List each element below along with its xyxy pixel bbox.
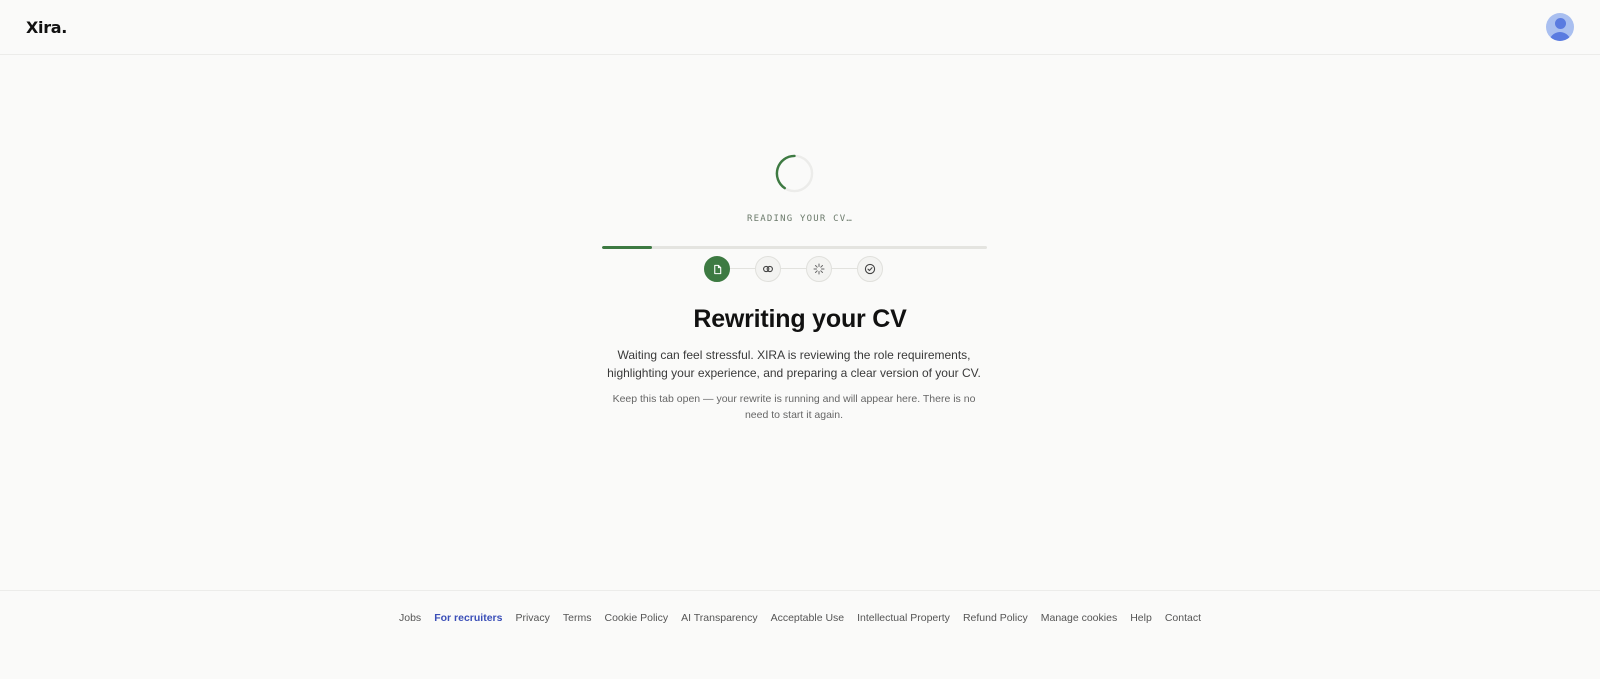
xira-logo[interactable]: Xira. <box>26 18 67 37</box>
footer-link-for-recruiters[interactable]: For recruiters <box>434 612 502 624</box>
footer-link-help[interactable]: Help <box>1130 612 1152 624</box>
progress-fill <box>602 246 653 249</box>
footer-link-privacy[interactable]: Privacy <box>515 612 549 624</box>
sparkle-icon <box>813 263 825 275</box>
step-rewrite <box>806 256 832 282</box>
footer-nav: Jobs For recruiters Privacy Terms Cookie… <box>0 612 1600 624</box>
footer-link-manage-cookies[interactable]: Manage cookies <box>1041 612 1117 624</box>
progress-bar <box>602 246 987 249</box>
main-content: READING YOUR CV… Rewriting your CV Waiti… <box>0 56 1600 590</box>
keep-tab-open-note: Keep this tab open — your rewrite is run… <box>612 393 976 421</box>
footer-link-contact[interactable]: Contact <box>1165 612 1201 624</box>
top-bar: Xira. <box>0 0 1600 55</box>
avatar-body <box>1549 32 1571 41</box>
footer-link-refund-policy[interactable]: Refund Policy <box>963 612 1028 624</box>
loading-spinner-icon <box>775 154 814 193</box>
footer-link-ai-transparency[interactable]: AI Transparency <box>681 612 757 624</box>
step-connector <box>730 268 755 269</box>
footer-link-terms[interactable]: Terms <box>563 612 592 624</box>
avatar-head <box>1554 18 1566 29</box>
footer-link-jobs[interactable]: Jobs <box>399 612 421 624</box>
user-avatar[interactable] <box>1546 13 1574 41</box>
footer-link-acceptable-use[interactable]: Acceptable Use <box>771 612 845 624</box>
link-icon <box>763 265 773 273</box>
step-indicator <box>704 256 884 282</box>
footer: Jobs For recruiters Privacy Terms Cookie… <box>0 590 1600 679</box>
footer-link-cookie-policy[interactable]: Cookie Policy <box>605 612 669 624</box>
page-description: Waiting can feel stressful. XIRA is revi… <box>607 348 981 380</box>
step-done <box>857 256 883 282</box>
check-circle-icon <box>864 263 876 275</box>
loading-status: READING YOUR CV… <box>747 214 853 224</box>
step-connector <box>832 268 857 269</box>
page-title: Rewriting your CV <box>693 305 907 333</box>
step-connector <box>781 268 806 269</box>
step-read-cv <box>704 256 730 282</box>
document-icon <box>713 264 721 274</box>
footer-link-intellectual-property[interactable]: Intellectual Property <box>857 612 950 624</box>
step-match <box>755 256 781 282</box>
